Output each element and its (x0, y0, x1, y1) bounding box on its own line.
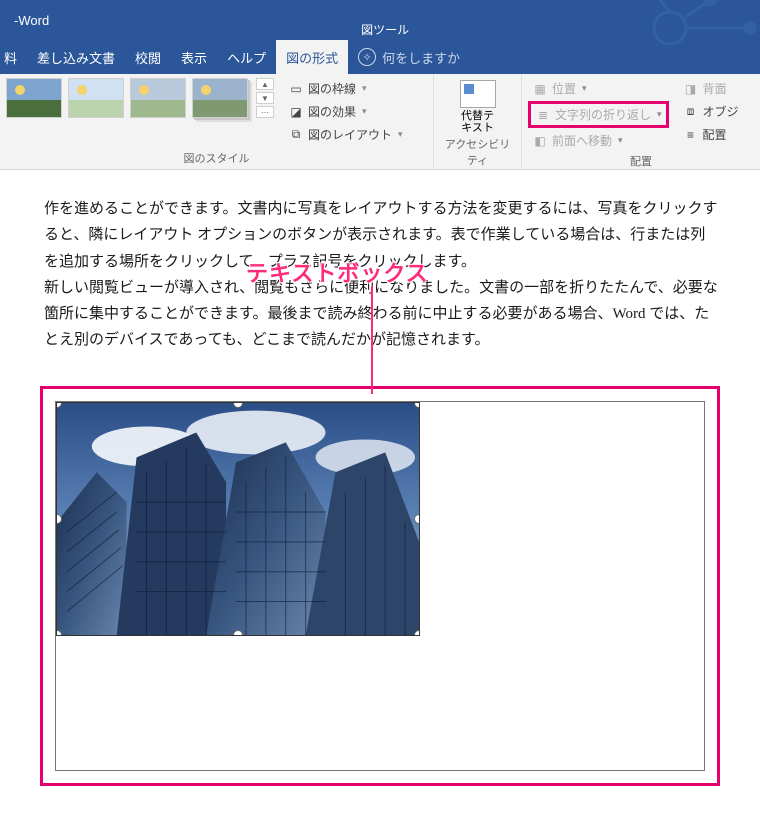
tab-review[interactable]: 校閲 (125, 40, 171, 74)
alt-text-label-1: 代替テ (461, 110, 494, 122)
group-label-styles: 図のスタイル (6, 148, 427, 169)
chevron-down-icon: ▾ (582, 83, 587, 94)
lightbulb-icon: ✧ (358, 48, 376, 66)
annotation-highlight-wrap: ≣ 文字列の折り返し ▾ (528, 101, 669, 128)
chevron-down-icon: ▾ (618, 135, 623, 146)
cmd-position-label: 位置 (552, 80, 576, 97)
cmd-picture-border[interactable]: ▭ 図の枠線 ▾ (284, 78, 407, 99)
inserted-picture[interactable]: ⟳ (56, 402, 420, 636)
cmd-wrap-text-label: 文字列の折り返し (555, 106, 651, 123)
tab-help[interactable]: ヘルプ (217, 40, 276, 74)
contextual-tab-group: 図ツール (349, 19, 421, 40)
style-thumb-1[interactable] (6, 78, 62, 118)
title-bar: - Word 図ツール (0, 0, 760, 40)
style-thumb-3[interactable] (130, 78, 186, 118)
contextual-tab-label: 図ツール (349, 19, 421, 40)
bring-forward-icon: ◧ (532, 133, 548, 149)
annotation-highlight-textbox: ⟳ (40, 386, 720, 786)
border-icon: ▭ (288, 81, 304, 97)
ribbon-tabs: 料 差し込み文書 校閲 表示 ヘルプ 図の形式 ✧ 何をしますか (0, 40, 760, 74)
cmd-align[interactable]: ≡ 配置 (679, 124, 743, 145)
cmd-send-backward-label: 背面 (703, 80, 727, 97)
group-label-accessibility: アクセシビリティ (440, 134, 515, 171)
style-thumb-2[interactable] (68, 78, 124, 118)
cmd-picture-effects[interactable]: ◪ 図の効果 ▾ (284, 101, 407, 122)
cmd-picture-layout-label: 図のレイアウト (308, 126, 392, 143)
chevron-down-icon: ▾ (362, 106, 367, 117)
gallery-more-icon[interactable]: ⋯ (256, 106, 274, 118)
align-icon: ≡ (683, 127, 699, 143)
group-arrange: ▦ 位置 ▾ ≣ 文字列の折り返し ▾ ◧ 前面へ移動 ▾ (522, 74, 760, 169)
alt-text-label-2: キスト (461, 122, 494, 134)
effects-icon: ◪ (288, 104, 304, 120)
cmd-picture-layout[interactable]: ⧉ 図のレイアウト ▾ (284, 124, 407, 145)
chevron-down-icon: ▾ (398, 129, 403, 140)
cmd-selection-pane-label: オブジ (703, 103, 739, 120)
group-label-arrange: 配置 (528, 151, 754, 172)
tab-mailings[interactable]: 差し込み文書 (27, 40, 125, 74)
send-backward-icon: ◨ (683, 81, 699, 97)
app-name: Word (18, 13, 49, 28)
picture-style-gallery[interactable]: ▲ ▼ ⋯ (6, 78, 274, 118)
group-accessibility: 代替テキスト アクセシビリティ (434, 74, 522, 169)
tab-fragment[interactable]: 料 (0, 40, 27, 74)
textbox-object[interactable]: ⟳ (55, 401, 705, 771)
resize-handle-e[interactable] (414, 514, 420, 524)
gallery-down-icon[interactable]: ▼ (256, 92, 274, 104)
tab-picture-format[interactable]: 図の形式 (276, 40, 348, 74)
tab-view[interactable]: 表示 (171, 40, 217, 74)
cmd-alt-text[interactable]: 代替テキスト (448, 78, 508, 134)
position-icon: ▦ (532, 81, 548, 97)
tell-me-search[interactable]: ✧ 何をしますか (358, 40, 460, 74)
style-thumb-4[interactable] (192, 78, 248, 118)
gallery-up-icon[interactable]: ▲ (256, 78, 274, 90)
cmd-picture-border-label: 図の枠線 (308, 80, 356, 97)
tell-me-placeholder: 何をしますか (382, 48, 460, 67)
chevron-down-icon: ▾ (362, 83, 367, 94)
selection-pane-icon: ⧈ (683, 104, 699, 120)
ribbon: ▲ ▼ ⋯ ▭ 図の枠線 ▾ ◪ 図の効果 ▾ ⧉ 図のレイアウ (0, 74, 760, 170)
cmd-send-backward[interactable]: ◨ 背面 (679, 78, 743, 99)
cmd-wrap-text[interactable]: ≣ 文字列の折り返し ▾ (531, 104, 666, 125)
resize-handle-se[interactable] (414, 630, 420, 636)
cmd-bring-forward-label: 前面へ移動 (552, 132, 612, 149)
chevron-down-icon: ▾ (657, 109, 662, 120)
wrap-icon: ≣ (535, 107, 551, 123)
cmd-picture-effects-label: 図の効果 (308, 103, 356, 120)
cmd-selection-pane[interactable]: ⧈ オブジ (679, 101, 743, 122)
cmd-align-label: 配置 (703, 126, 727, 143)
annotation-leader-line (371, 286, 373, 394)
alt-text-icon (460, 80, 496, 108)
gallery-scroll[interactable]: ▲ ▼ ⋯ (256, 78, 274, 118)
annotation-label-textbox: テキストボックス (246, 256, 429, 288)
resize-handle-s[interactable] (233, 630, 243, 636)
cmd-bring-forward[interactable]: ◧ 前面へ移動 ▾ (528, 130, 669, 151)
layout-icon: ⧉ (288, 127, 304, 143)
cmd-position[interactable]: ▦ 位置 ▾ (528, 78, 669, 99)
group-picture-styles: ▲ ▼ ⋯ ▭ 図の枠線 ▾ ◪ 図の効果 ▾ ⧉ 図のレイアウ (0, 74, 434, 169)
